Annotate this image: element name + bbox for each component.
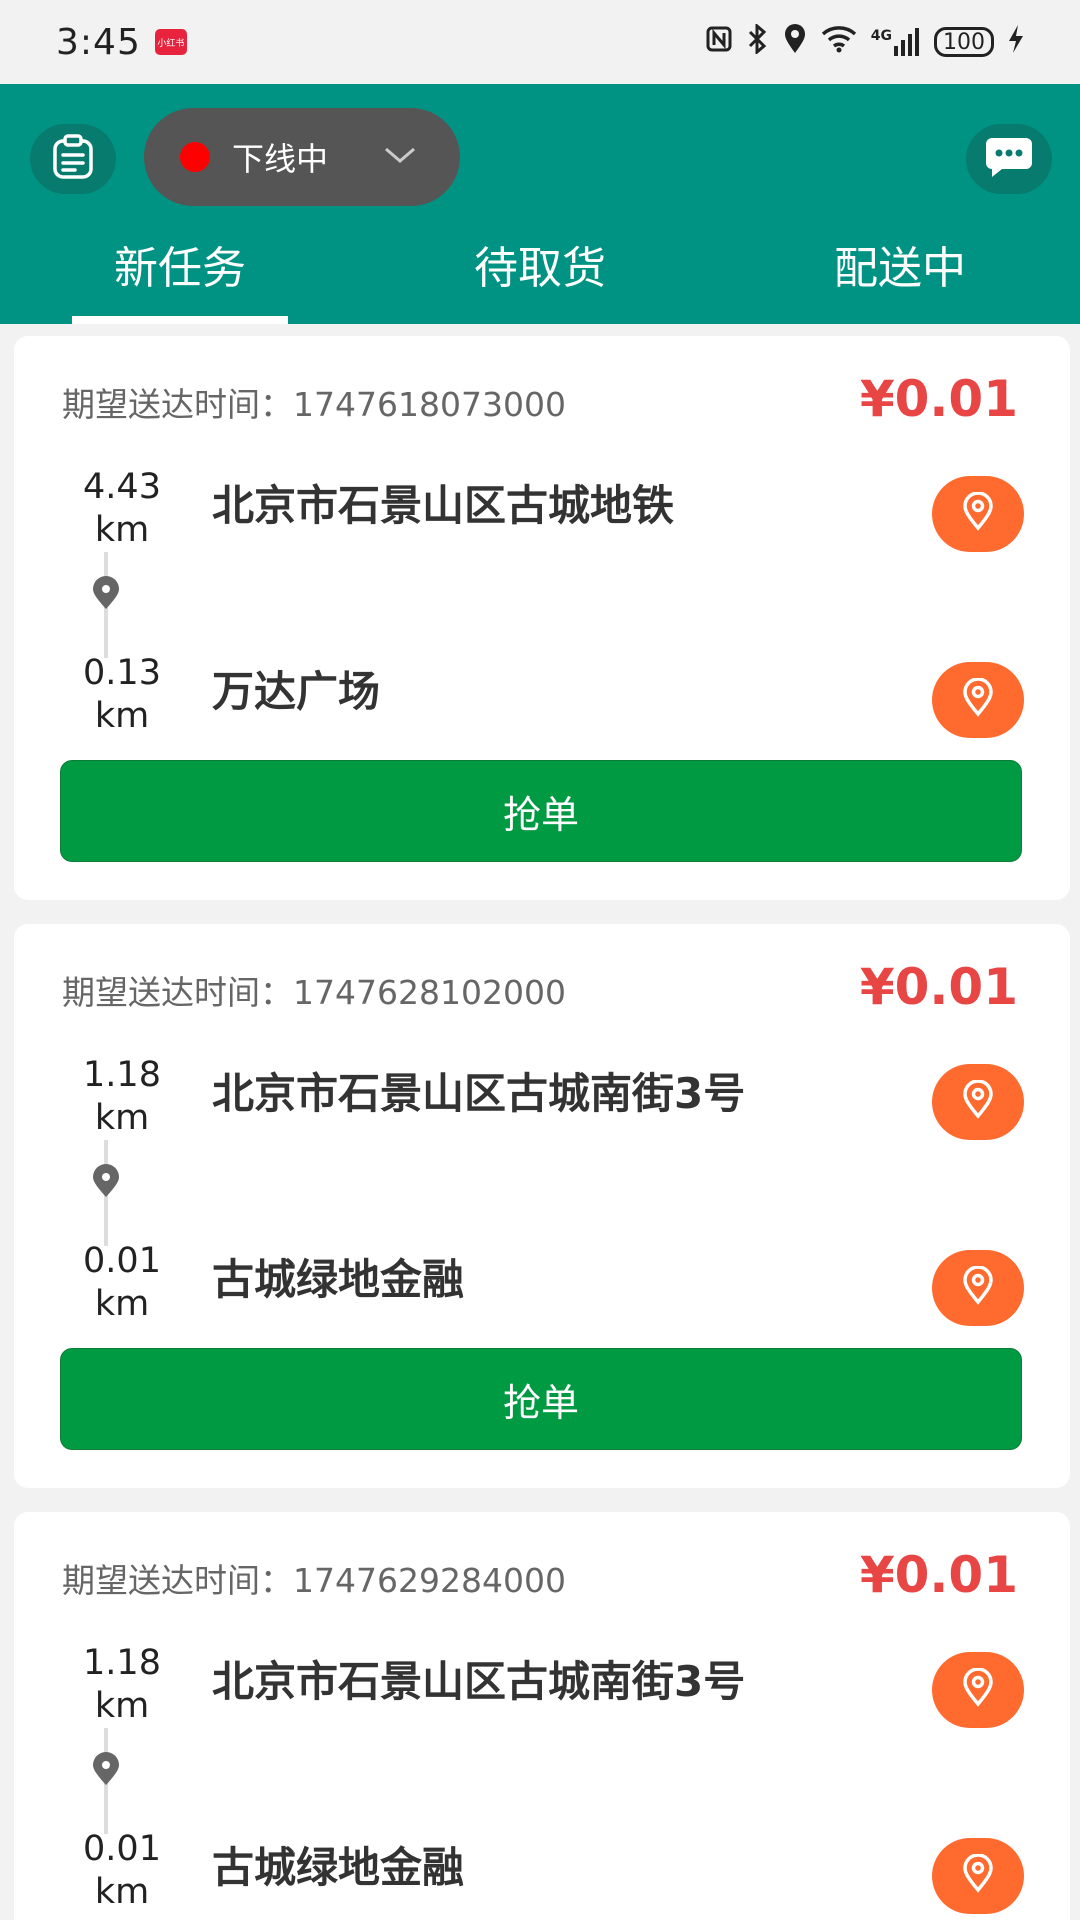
distance-unit: km <box>94 1872 150 1912</box>
dropoff-address: 万达广场 <box>212 667 381 716</box>
time-value: 1747629284000 <box>293 1561 566 1600</box>
online-status-label: 下线中 <box>232 140 329 178</box>
nfc-icon <box>705 25 733 60</box>
dropoff-navigate-button[interactable] <box>932 662 1024 738</box>
offline-status-dot <box>180 142 210 172</box>
pickup-distance: 4.43 km <box>62 466 182 552</box>
pickup-address: 北京市石景山区古城南街3号 <box>212 1069 746 1118</box>
charging-icon <box>1008 24 1024 60</box>
wifi-icon <box>821 25 857 60</box>
network-type: 4G <box>870 28 892 44</box>
location-pin-icon <box>958 1853 998 1898</box>
pickup-address: 北京市石景山区古城南街3号 <box>212 1657 746 1706</box>
order-card: 期望送达时间：1747618073000 ¥0.01 4.43 km 北京市石景… <box>14 336 1070 900</box>
dropoff-navigate-button[interactable] <box>932 1250 1024 1326</box>
order-price: ¥0.01 <box>859 370 1018 428</box>
distance-value: 1.18 <box>83 1055 161 1095</box>
tab-label: 新任务 <box>114 243 246 294</box>
grab-order-button[interactable]: 抢单 <box>60 1348 1022 1450</box>
dropoff-address: 古城绿地金融 <box>212 1843 465 1892</box>
pickup-navigate-button[interactable] <box>932 1064 1024 1140</box>
pickup-distance: 1.18 km <box>62 1642 182 1728</box>
pickup-address: 北京市石景山区古城地铁 <box>212 481 675 530</box>
route-pin-icon <box>88 1164 124 1200</box>
chat-bubble-icon <box>984 135 1034 183</box>
distance-unit: km <box>94 1686 150 1726</box>
dropoff-distance: 0.13 km <box>62 652 182 738</box>
location-pin-icon <box>958 1667 998 1712</box>
dropoff-distance: 0.01 km <box>62 1240 182 1326</box>
dropoff-stop: 0.13 km 万达广场 <box>14 652 1070 762</box>
dropoff-stop: 0.01 km 古城绿地金融 <box>14 1240 1070 1350</box>
pickup-stop: 4.43 km 北京市石景山区古城地铁 <box>14 466 1070 576</box>
bluetooth-icon <box>747 22 769 61</box>
time-label: 期望送达时间： <box>62 973 293 1012</box>
status-bar: 3:45 小红书 4G 100 <box>0 0 1080 84</box>
chevron-down-icon <box>384 146 416 168</box>
battery-level: 100 <box>943 29 985 55</box>
order-list-button[interactable] <box>30 124 116 194</box>
distance-unit: km <box>94 510 150 550</box>
clipboard-icon <box>49 133 97 185</box>
distance-value: 0.01 <box>83 1829 161 1869</box>
app-header: 下线中 新任务 待取货 配送中 <box>0 84 1080 324</box>
route-pin-icon <box>88 1752 124 1788</box>
expected-delivery-time: 期望送达时间：1747628102000 <box>62 966 566 1014</box>
dropoff-stop: 0.01 km 古城绿地金融 <box>14 1828 1070 1920</box>
pickup-distance: 1.18 km <box>62 1054 182 1140</box>
tab-label: 配送中 <box>834 243 966 294</box>
pickup-navigate-button[interactable] <box>932 476 1024 552</box>
pickup-stop: 1.18 km 北京市石景山区古城南街3号 <box>14 1054 1070 1164</box>
time-label: 期望送达时间： <box>62 385 293 424</box>
distance-value: 1.18 <box>83 1643 161 1683</box>
status-icons: 4G 100 <box>705 22 1024 61</box>
pickup-stop: 1.18 km 北京市石景山区古城南街3号 <box>14 1642 1070 1752</box>
time-label: 期望送达时间： <box>62 1561 293 1600</box>
online-status-dropdown[interactable]: 下线中 <box>144 108 460 206</box>
route-pin-icon <box>88 576 124 612</box>
time-value: 1747628102000 <box>293 973 566 1012</box>
time-value: 1747618073000 <box>293 385 566 424</box>
location-pin-icon <box>958 1079 998 1124</box>
signal-icon: 4G <box>871 28 920 56</box>
expected-delivery-time: 期望送达时间：1747618073000 <box>62 378 566 426</box>
dropoff-address: 古城绿地金融 <box>212 1255 465 1304</box>
task-tabs: 新任务 待取货 配送中 <box>0 222 1080 324</box>
distance-unit: km <box>94 1098 150 1138</box>
order-price: ¥0.01 <box>859 1546 1018 1604</box>
dropoff-distance: 0.01 km <box>62 1828 182 1914</box>
status-time: 3:45 <box>56 21 141 63</box>
tab-new-tasks[interactable]: 新任务 <box>0 222 360 324</box>
order-card: 期望送达时间：1747629284000 ¥0.01 1.18 km 北京市石景… <box>14 1512 1070 1920</box>
message-button[interactable] <box>966 124 1052 194</box>
expected-delivery-time: 期望送达时间：1747629284000 <box>62 1554 566 1602</box>
battery-icon: 100 <box>934 27 994 57</box>
tab-pending-pickup[interactable]: 待取货 <box>360 222 720 324</box>
pickup-navigate-button[interactable] <box>932 1652 1024 1728</box>
dropoff-navigate-button[interactable] <box>932 1838 1024 1914</box>
distance-value: 0.01 <box>83 1241 161 1281</box>
distance-value: 4.43 <box>83 467 161 507</box>
location-icon <box>783 23 807 61</box>
location-pin-icon <box>958 677 998 722</box>
distance-unit: km <box>94 696 150 736</box>
distance-unit: km <box>94 1284 150 1324</box>
grab-order-button[interactable]: 抢单 <box>60 760 1022 862</box>
app-notification-icon: 小红书 <box>154 29 187 55</box>
location-pin-icon <box>958 491 998 536</box>
distance-value: 0.13 <box>83 653 161 693</box>
tab-label: 待取货 <box>474 243 606 294</box>
order-card: 期望送达时间：1747628102000 ¥0.01 1.18 km 北京市石景… <box>14 924 1070 1488</box>
location-pin-icon <box>958 1265 998 1310</box>
tab-delivering[interactable]: 配送中 <box>720 222 1080 324</box>
order-price: ¥0.01 <box>859 958 1018 1016</box>
